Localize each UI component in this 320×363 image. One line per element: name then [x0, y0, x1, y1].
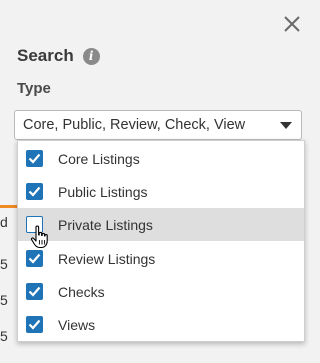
close-icon[interactable] [280, 12, 304, 36]
panel-title: Search [17, 46, 74, 65]
checkbox-checked-icon[interactable] [26, 283, 43, 300]
background-fragment: 5 [0, 328, 8, 344]
type-dropdown-menu: Core Listings Public Listings Private Li… [17, 140, 305, 342]
option-review-listings[interactable]: Review Listings [18, 242, 304, 275]
background-fragment: d [0, 214, 8, 230]
option-label: Core Listings [58, 150, 140, 167]
option-label: Checks [58, 283, 105, 300]
checkbox-checked-icon[interactable] [26, 183, 43, 200]
option-label: Views [58, 316, 96, 333]
option-views[interactable]: Views [18, 308, 304, 341]
option-label: Review Listings [58, 250, 156, 267]
panel-header: Search i [17, 46, 100, 66]
option-private-listings[interactable]: Private Listings [18, 208, 304, 241]
option-public-listings[interactable]: Public Listings [18, 175, 304, 208]
option-checks[interactable]: Checks [18, 275, 304, 308]
checkbox-checked-icon[interactable] [26, 250, 43, 267]
type-label: Type [17, 80, 51, 97]
type-select-value: Core, Public, Review, Check, View [23, 117, 246, 133]
background-accent-line [0, 205, 18, 208]
option-core-listings[interactable]: Core Listings [18, 142, 304, 175]
option-label: Public Listings [58, 183, 148, 200]
background-fragment: 5 [0, 292, 8, 308]
type-select[interactable]: Core, Public, Review, Check, View [14, 110, 302, 140]
option-label: Private Listings [58, 216, 153, 233]
hand-pointer-cursor-icon [30, 225, 50, 249]
checkbox-checked-icon[interactable] [26, 150, 43, 167]
info-icon[interactable]: i [82, 47, 100, 65]
checkbox-checked-icon[interactable] [26, 316, 43, 333]
chevron-down-icon [280, 122, 292, 129]
background-fragment: 5 [0, 256, 8, 272]
